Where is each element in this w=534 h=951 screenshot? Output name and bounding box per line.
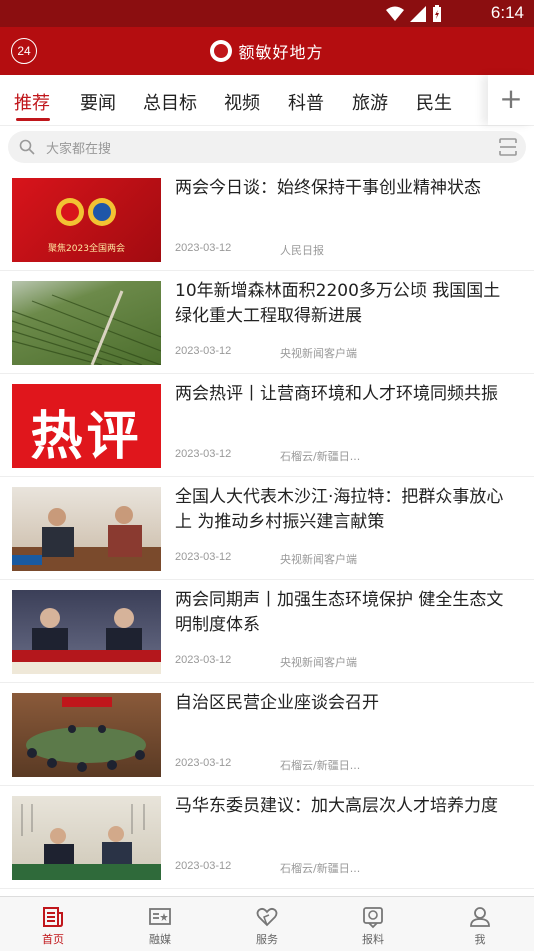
news-thumbnail: [12, 796, 161, 880]
news-source: 央视新闻客户端: [280, 553, 357, 566]
list-item[interactable]: 10年新增森林面积2200多万公顷 我国国土绿化重大工程取得新进展 2023-0…: [0, 271, 534, 374]
media-icon: [149, 908, 171, 925]
news-thumbnail: [12, 590, 161, 674]
news-source: 人民日报: [280, 244, 324, 257]
news-source: 石榴云/新疆日...: [280, 450, 361, 463]
news-title: 10年新增森林面积2200多万公顷 我国国土绿化重大工程取得新进展: [175, 281, 501, 326]
news-date: 2023-03-12: [175, 757, 232, 769]
wifi-icon: [386, 6, 404, 21]
news-date: 2023-03-12: [175, 448, 232, 460]
nav-home[interactable]: 首页: [13, 897, 93, 951]
status-icons: [386, 5, 442, 23]
add-channel-button[interactable]: +: [488, 75, 534, 125]
app-header: 24 额敏好地方: [0, 27, 534, 75]
news-list: 聚焦2023全国两会 两会今日谈：始终保持干事创业精神状态 2023-03-12…: [0, 168, 534, 889]
news-title: 两会今日谈：始终保持干事创业精神状态: [175, 178, 481, 198]
news-thumbnail: [12, 693, 161, 777]
news-thumbnail: [12, 281, 161, 365]
news-date: 2023-03-12: [175, 860, 232, 872]
thumbnail-caption: 热评: [30, 407, 143, 467]
thumbnail-caption: 聚焦2023全国两会: [48, 244, 125, 254]
nav-me[interactable]: 我: [440, 897, 520, 951]
nav-service[interactable]: 服务: [227, 897, 307, 951]
nav-label: 报料: [362, 933, 384, 946]
search-placeholder: 大家都在搜: [46, 142, 112, 157]
list-item[interactable]: 自治区民营企业座谈会召开 2023-03-12 石榴云/新疆日...: [0, 683, 534, 786]
active-tab-indicator: [16, 118, 50, 121]
tab-recommend[interactable]: 推荐: [14, 89, 50, 115]
battery-icon: [433, 5, 441, 22]
nav-label: 首页: [42, 933, 64, 946]
list-item[interactable]: 聚焦2023全国两会 两会今日谈：始终保持干事创业精神状态 2023-03-12…: [0, 168, 534, 271]
news-date: 2023-03-12: [175, 551, 232, 563]
list-item[interactable]: 全国人大代表木沙江·海拉特：把群众事放心上 为推动乡村振兴建言献策 2023-0…: [0, 477, 534, 580]
app-brand: 额敏好地方: [0, 27, 534, 75]
list-item[interactable]: 马华东委员建议：加大高层次人才培养力度 2023-03-12 石榴云/新疆日..…: [0, 786, 534, 889]
news-title: 全国人大代表木沙江·海拉特：把群众事放心上 为推动乡村振兴建言献策: [175, 487, 504, 532]
heart-icon: [256, 907, 278, 927]
news-source: 央视新闻客户端: [280, 347, 357, 360]
status-bar: 6:14: [0, 0, 534, 27]
tab-video[interactable]: 视频: [224, 89, 260, 115]
nav-media[interactable]: 融媒: [120, 897, 200, 951]
search-icon: [19, 139, 35, 155]
news-thumbnail: 热评: [12, 384, 161, 468]
news-icon: [43, 907, 63, 927]
news-title: 两会同期声丨加强生态环境保护 健全生态文明制度体系: [175, 590, 504, 635]
news-title: 两会热评丨让营商环境和人才环境同频共振: [175, 384, 498, 404]
news-source: 央视新闻客户端: [280, 656, 357, 669]
scan-icon[interactable]: [498, 137, 518, 157]
news-date: 2023-03-12: [175, 345, 232, 357]
news-thumbnail: [12, 487, 161, 571]
news-title: 自治区民营企业座谈会召开: [175, 693, 379, 713]
status-time: 6:14: [490, 3, 524, 22]
tab-headlines[interactable]: 要闻: [80, 89, 116, 115]
news-title: 马华东委员建议：加大高层次人才培养力度: [175, 796, 498, 816]
search-bar[interactable]: 大家都在搜: [8, 131, 526, 163]
nav-report[interactable]: 报料: [333, 897, 413, 951]
bottom-nav: 首页 融媒 服务 报料 我: [0, 896, 534, 951]
list-item[interactable]: 热评 两会热评丨让营商环境和人才环境同频共振 2023-03-12 石榴云/新疆…: [0, 374, 534, 477]
user-icon: [470, 907, 490, 927]
nav-label: 融媒: [149, 933, 171, 946]
tab-science[interactable]: 科普: [288, 89, 324, 115]
news-source: 石榴云/新疆日...: [280, 759, 361, 772]
app-title: 额敏好地方: [238, 43, 324, 62]
tab-general-goal[interactable]: 总目标: [143, 89, 197, 115]
tab-livelihood[interactable]: 民生: [416, 89, 452, 115]
news-thumbnail: 聚焦2023全国两会: [12, 178, 161, 262]
signal-icon: [410, 6, 426, 22]
nav-label: 服务: [256, 933, 278, 946]
news-date: 2023-03-12: [175, 242, 232, 254]
channel-tabs: 推荐 要闻 总目标 视频 科普 旅游 民生 +: [0, 75, 534, 126]
news-date: 2023-03-12: [175, 654, 232, 666]
emblem-icon: [210, 40, 233, 62]
list-item[interactable]: 两会同期声丨加强生态环境保护 健全生态文明制度体系 2023-03-12 央视新…: [0, 580, 534, 683]
tab-travel[interactable]: 旅游: [352, 89, 388, 115]
nav-label: 我: [474, 933, 486, 946]
news-source: 石榴云/新疆日...: [280, 862, 361, 875]
report-icon: [363, 907, 383, 929]
